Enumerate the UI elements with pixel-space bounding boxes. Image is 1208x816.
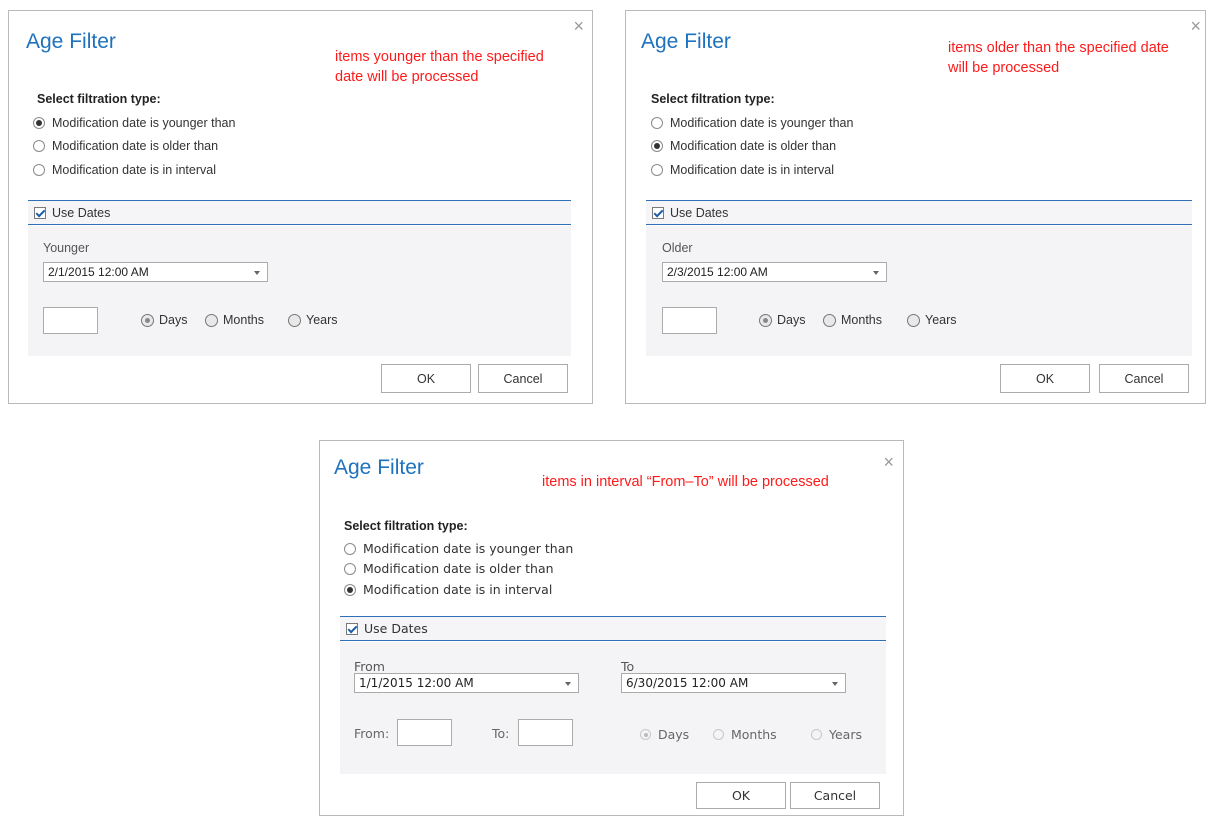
ok-button[interactable]: OK bbox=[1000, 364, 1090, 393]
cancel-button[interactable]: Cancel bbox=[1099, 364, 1189, 393]
dates-panel: From 1/1/2015 12:00 AM To 6/30/2015 12:0… bbox=[340, 642, 886, 774]
radio-icon[interactable] bbox=[759, 313, 772, 327]
number-input[interactable] bbox=[662, 307, 717, 334]
dialog-title: Age Filter bbox=[641, 30, 731, 53]
radio-icon[interactable] bbox=[33, 117, 45, 129]
age-filter-dialog-interval: Age Filter × items in interval “From–To”… bbox=[319, 440, 904, 816]
annotation-note: items older than the specified date will… bbox=[948, 40, 1169, 76]
radio-icon[interactable] bbox=[344, 562, 356, 575]
chevron-down-icon[interactable] bbox=[832, 682, 838, 686]
annotation-note: items in interval “From–To” will be proc… bbox=[542, 474, 829, 490]
radio-icon[interactable] bbox=[288, 313, 301, 327]
cancel-button[interactable]: Cancel bbox=[478, 364, 568, 393]
radio-icon[interactable] bbox=[640, 729, 651, 740]
radio-icon[interactable] bbox=[823, 313, 836, 327]
date-picker[interactable]: 2/3/2015 12:00 AM bbox=[662, 262, 887, 282]
filtration-type-label: Select filtration type: bbox=[651, 92, 775, 106]
option-interval[interactable]: Modification date is in interval bbox=[33, 163, 216, 177]
date-picker[interactable]: 2/1/2015 12:00 AM bbox=[43, 262, 268, 282]
close-icon[interactable]: × bbox=[573, 17, 584, 35]
to-date-picker[interactable]: 6/30/2015 12:00 AM bbox=[621, 673, 846, 693]
radio-icon[interactable] bbox=[651, 164, 663, 176]
radio-icon[interactable] bbox=[344, 583, 356, 596]
unit-years[interactable]: Years bbox=[288, 313, 338, 327]
use-dates-row[interactable]: Use Dates bbox=[340, 616, 886, 641]
annotation-note: items younger than the specified date wi… bbox=[335, 49, 544, 85]
chevron-down-icon[interactable] bbox=[873, 271, 879, 275]
use-dates-checkbox[interactable] bbox=[652, 206, 664, 219]
age-filter-dialog-older: Age Filter × items older than the specif… bbox=[625, 10, 1206, 404]
younger-label: Younger bbox=[43, 241, 90, 255]
radio-icon[interactable] bbox=[141, 313, 154, 327]
cancel-button[interactable]: Cancel bbox=[790, 782, 880, 809]
radio-icon[interactable] bbox=[651, 140, 663, 152]
from-number-label: From: bbox=[354, 726, 390, 741]
use-dates-row[interactable]: Use Dates bbox=[646, 200, 1192, 225]
unit-months[interactable]: Months bbox=[823, 313, 882, 327]
age-filter-dialog-younger: Age Filter × items younger than the spec… bbox=[8, 10, 593, 404]
option-interval[interactable]: Modification date is in interval bbox=[651, 163, 834, 177]
option-older[interactable]: Modification date is older than bbox=[33, 139, 218, 153]
option-younger[interactable]: Modification date is younger than bbox=[344, 541, 573, 556]
radio-icon[interactable] bbox=[907, 313, 920, 327]
option-younger[interactable]: Modification date is younger than bbox=[33, 116, 235, 130]
radio-icon[interactable] bbox=[205, 313, 218, 327]
chevron-down-icon[interactable] bbox=[254, 271, 260, 275]
from-date-picker[interactable]: 1/1/2015 12:00 AM bbox=[354, 673, 579, 693]
chevron-down-icon[interactable] bbox=[565, 682, 571, 686]
radio-icon[interactable] bbox=[811, 729, 822, 740]
option-interval[interactable]: Modification date is in interval bbox=[344, 582, 552, 597]
dates-panel: Older 2/3/2015 12:00 AM Days Months Year… bbox=[646, 226, 1192, 356]
unit-days[interactable]: Days bbox=[141, 313, 187, 327]
option-older[interactable]: Modification date is older than bbox=[344, 561, 554, 576]
use-dates-checkbox[interactable] bbox=[34, 206, 46, 219]
close-icon[interactable]: × bbox=[883, 453, 894, 471]
close-icon[interactable]: × bbox=[1190, 17, 1201, 35]
radio-icon[interactable] bbox=[33, 164, 45, 176]
radio-icon[interactable] bbox=[33, 140, 45, 152]
use-dates-row[interactable]: Use Dates bbox=[28, 200, 571, 225]
unit-months[interactable]: Months bbox=[713, 727, 777, 742]
unit-years[interactable]: Years bbox=[811, 727, 862, 742]
from-number-input[interactable] bbox=[397, 719, 452, 746]
radio-icon[interactable] bbox=[713, 729, 724, 740]
radio-icon[interactable] bbox=[651, 117, 663, 129]
option-younger[interactable]: Modification date is younger than bbox=[651, 116, 853, 130]
unit-years[interactable]: Years bbox=[907, 313, 957, 327]
to-number-input[interactable] bbox=[518, 719, 573, 746]
radio-icon[interactable] bbox=[344, 542, 356, 555]
filtration-type-label: Select filtration type: bbox=[37, 92, 161, 106]
ok-button[interactable]: OK bbox=[696, 782, 786, 809]
unit-days[interactable]: Days bbox=[759, 313, 805, 327]
number-input[interactable] bbox=[43, 307, 98, 334]
unit-months[interactable]: Months bbox=[205, 313, 264, 327]
dates-panel: Younger 2/1/2015 12:00 AM Days Months Ye… bbox=[28, 226, 571, 356]
to-number-label: To: bbox=[492, 726, 510, 741]
from-label: From bbox=[354, 659, 385, 674]
use-dates-checkbox[interactable] bbox=[346, 622, 358, 635]
filtration-type-label: Select filtration type: bbox=[344, 519, 468, 533]
to-label: To bbox=[621, 659, 635, 674]
dialog-title: Age Filter bbox=[334, 456, 424, 479]
dialog-title: Age Filter bbox=[26, 30, 116, 53]
unit-days[interactable]: Days bbox=[640, 727, 689, 742]
ok-button[interactable]: OK bbox=[381, 364, 471, 393]
option-older[interactable]: Modification date is older than bbox=[651, 139, 836, 153]
older-label: Older bbox=[662, 241, 693, 255]
